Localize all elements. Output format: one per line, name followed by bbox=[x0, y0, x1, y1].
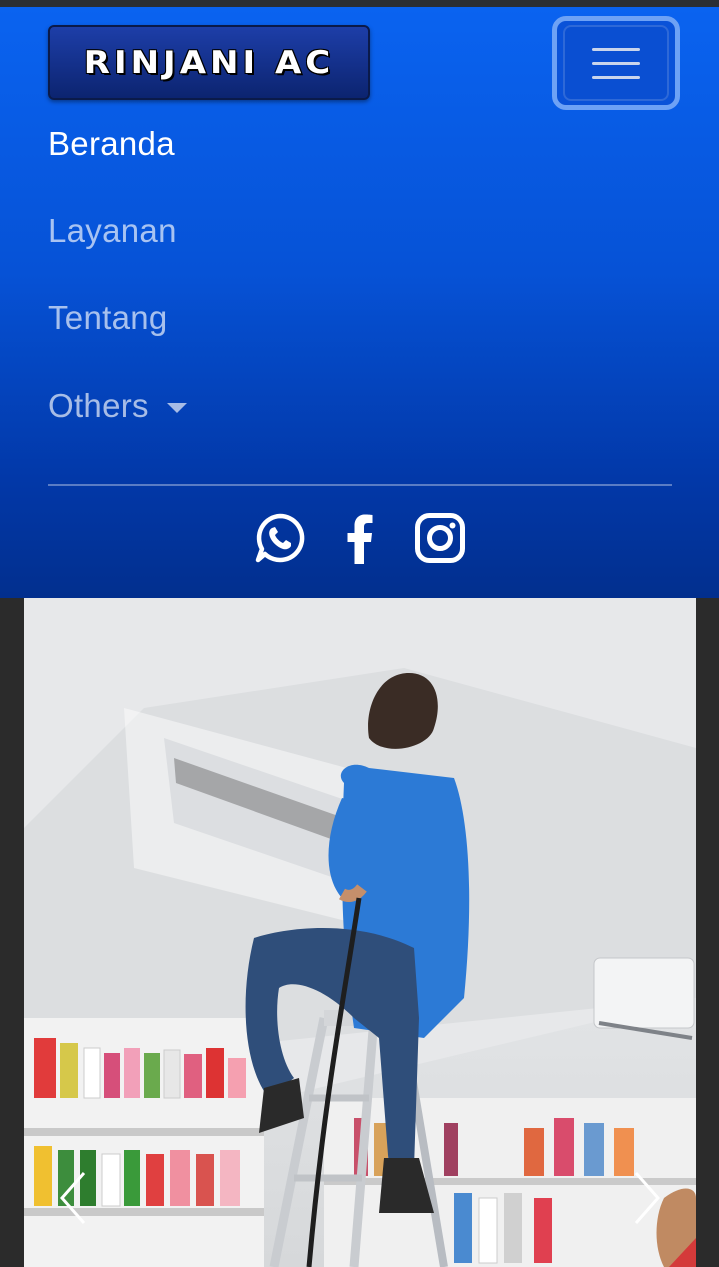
dropdown-caret-icon bbox=[166, 403, 187, 414]
social-links bbox=[0, 512, 719, 564]
whatsapp-icon[interactable] bbox=[254, 512, 306, 564]
navbar-toggler-button[interactable] bbox=[552, 16, 680, 110]
facebook-icon[interactable] bbox=[334, 512, 386, 564]
hero-carousel bbox=[24, 598, 696, 1267]
brand-name: RINJANI AC bbox=[83, 44, 335, 81]
navbar: RINJANI AC Beranda Layanan Tentang Other… bbox=[0, 7, 719, 598]
carousel-next-icon[interactable] bbox=[626, 1168, 666, 1228]
nav-divider bbox=[48, 484, 672, 486]
nav-item-tentang[interactable]: Tentang bbox=[48, 299, 168, 337]
brand-logo[interactable]: RINJANI AC bbox=[48, 25, 370, 100]
nav-item-others[interactable]: Others bbox=[48, 387, 187, 425]
carousel-prev-icon[interactable] bbox=[54, 1168, 94, 1228]
nav-item-layanan[interactable]: Layanan bbox=[48, 212, 177, 250]
nav-item-beranda[interactable]: Beranda bbox=[48, 125, 175, 163]
browser-top-strip bbox=[0, 0, 719, 7]
hamburger-icon bbox=[563, 25, 669, 101]
nav-item-others-label: Others bbox=[48, 387, 149, 424]
carousel-image bbox=[24, 598, 696, 1267]
instagram-icon[interactable] bbox=[414, 512, 466, 564]
